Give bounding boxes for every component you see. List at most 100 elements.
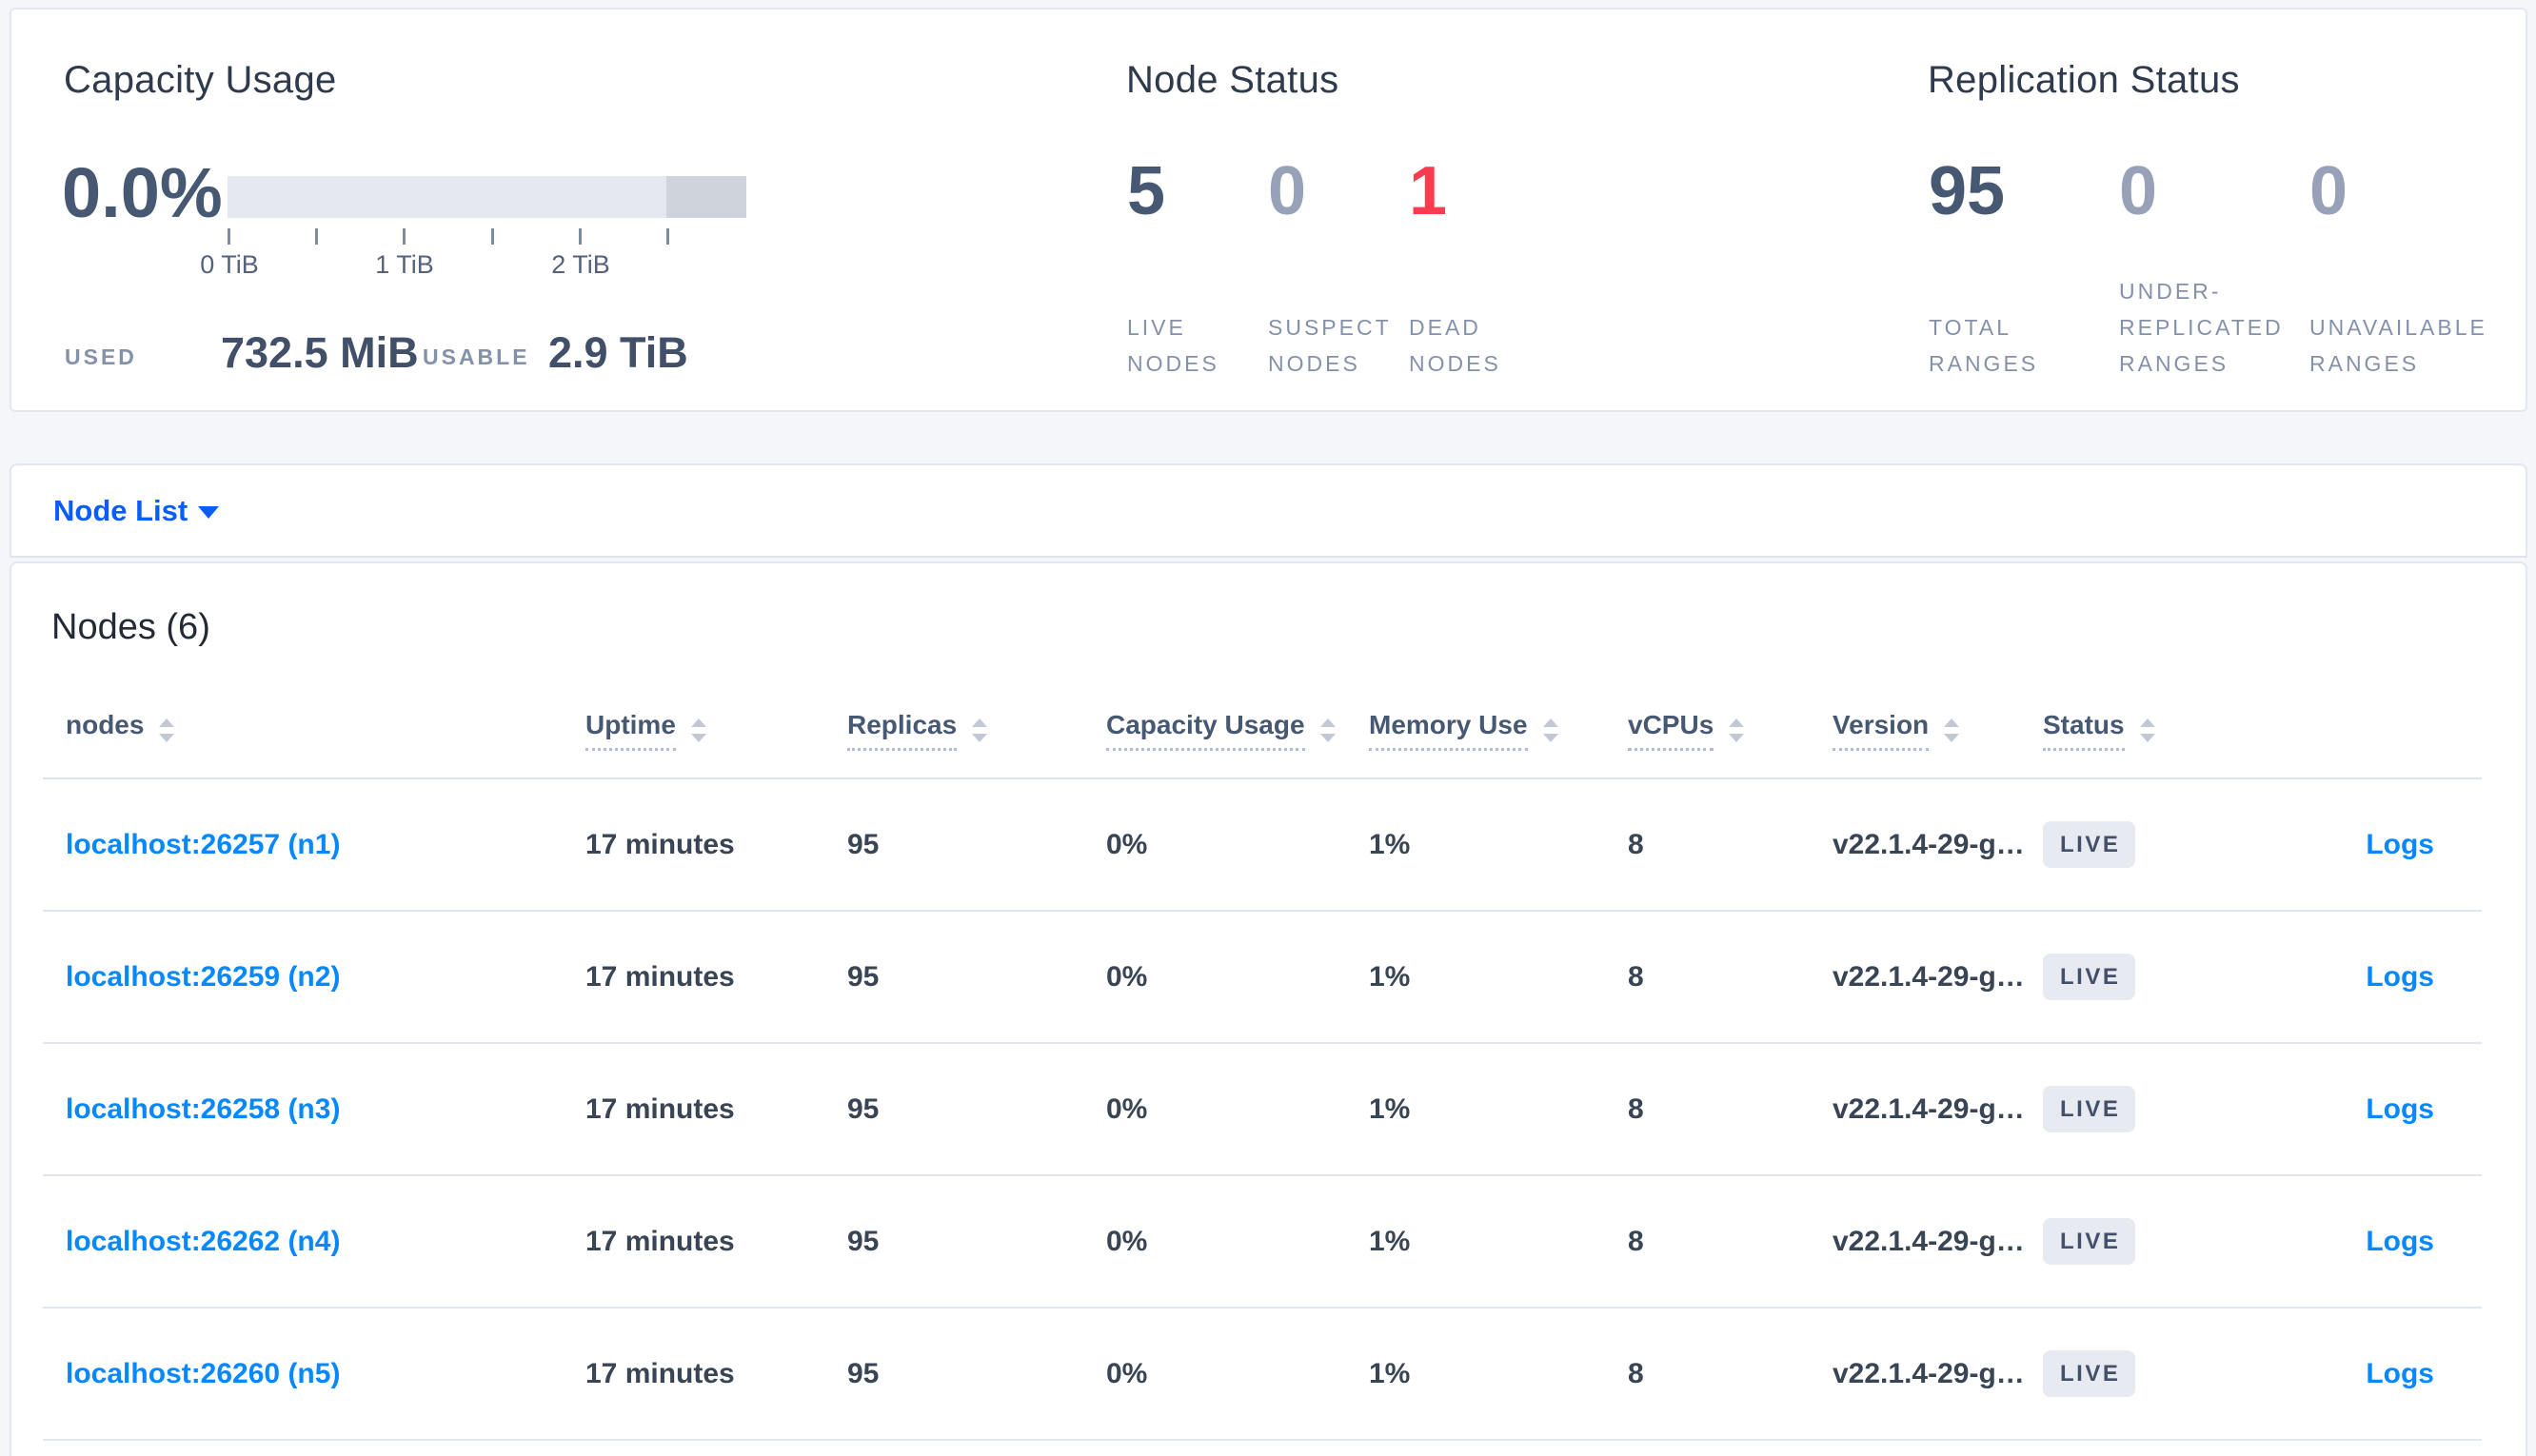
sort-icon[interactable] bbox=[1319, 718, 1336, 742]
node-table-row: localhost:26260 (n5) 17 minutes 95 0% 1% 8 v22… bbox=[43, 1308, 2482, 1441]
cell-value: 17 minutes bbox=[585, 1225, 735, 1257]
column-header-capacity[interactable]: Capacity Usage bbox=[1106, 710, 1369, 751]
column-label: nodes bbox=[66, 709, 145, 739]
cell-capacity: 0% bbox=[1106, 961, 1369, 994]
metric-value: 0 bbox=[2309, 153, 2348, 229]
capacity-bar-usable-segment bbox=[228, 176, 667, 218]
sort-icon[interactable] bbox=[690, 718, 706, 742]
cell-version: v22.1.4-29-g… bbox=[1833, 961, 2043, 994]
cell-value: 8 bbox=[1628, 1092, 1644, 1125]
cell-value: 95 bbox=[847, 960, 880, 993]
usable-value: 2.9 TiB bbox=[548, 328, 688, 377]
cell-replicas: 95 bbox=[847, 829, 1106, 861]
metric-label: SUSPECT NODES bbox=[1268, 315, 1392, 376]
cell-value: 95 bbox=[847, 1357, 880, 1389]
status-badge: LIVE bbox=[2043, 1218, 2136, 1265]
used-label: USED bbox=[65, 344, 137, 369]
column-header-vcpus[interactable]: vCPUs bbox=[1628, 710, 1833, 751]
node-address-link[interactable]: localhost:26257 (n1) bbox=[66, 829, 340, 861]
cell-memory: 1% bbox=[1369, 829, 1628, 861]
metric-value: 5 bbox=[1127, 153, 1166, 229]
cell-value: 0% bbox=[1106, 1225, 1148, 1257]
cell-capacity: 0% bbox=[1106, 829, 1369, 861]
sort-icon[interactable] bbox=[1729, 718, 1745, 742]
logs-link[interactable]: Logs bbox=[2366, 1358, 2434, 1390]
cell-value: v22.1.4-29-g… bbox=[1833, 1092, 2025, 1125]
column-header-status[interactable]: Status bbox=[2043, 710, 2233, 751]
node-address-link[interactable]: localhost:26258 (n3) bbox=[66, 1093, 340, 1126]
replication-metrics: 95 0 0 bbox=[1929, 152, 2500, 230]
cell-value: v22.1.4-29-g… bbox=[1833, 960, 2025, 993]
status-badge: LIVE bbox=[2043, 1086, 2136, 1132]
cell-capacity: 0% bbox=[1106, 1358, 1369, 1390]
cell-memory: 1% bbox=[1369, 1093, 1628, 1126]
column-label: Memory Use bbox=[1369, 710, 1528, 751]
column-header-address[interactable]: nodes bbox=[43, 710, 585, 751]
sort-icon[interactable] bbox=[1542, 718, 1558, 742]
cell-value: 95 bbox=[847, 828, 880, 860]
cell-address: localhost:26262 (n4) bbox=[43, 1226, 585, 1258]
column-header-memory[interactable]: Memory Use bbox=[1369, 710, 1628, 751]
cell-value: 0% bbox=[1106, 1092, 1148, 1125]
nodes-table-body: localhost:26257 (n1) 17 minutes 95 0% 1% 8 v22… bbox=[43, 779, 2482, 1441]
cell-value: v22.1.4-29-g… bbox=[1833, 1225, 2025, 1257]
cell-value: 1% bbox=[1369, 1225, 1411, 1257]
column-header-uptime[interactable]: Uptime bbox=[585, 710, 847, 751]
cell-address: localhost:26258 (n3) bbox=[43, 1093, 585, 1126]
logs-link[interactable]: Logs bbox=[2366, 1093, 2434, 1126]
cell-status: LIVE bbox=[2043, 1086, 2233, 1132]
cell-value: 95 bbox=[847, 1092, 880, 1125]
sort-icon[interactable] bbox=[1944, 718, 1960, 742]
cell-vcpus: 8 bbox=[1628, 961, 1833, 994]
node-list-dropdown[interactable]: Node List bbox=[53, 465, 188, 556]
status-badge: LIVE bbox=[2043, 954, 2136, 1000]
cell-value: 17 minutes bbox=[585, 960, 735, 993]
node-address-link[interactable]: localhost:26259 (n2) bbox=[66, 961, 340, 994]
cell-status: LIVE bbox=[2043, 1350, 2233, 1397]
sort-icon[interactable] bbox=[972, 718, 988, 742]
cell-value: 17 minutes bbox=[585, 1092, 735, 1125]
sort-icon[interactable] bbox=[2139, 718, 2155, 742]
column-label: Uptime bbox=[585, 710, 676, 751]
cell-uptime: 17 minutes bbox=[585, 1226, 847, 1258]
cell-replicas: 95 bbox=[847, 1226, 1106, 1258]
node-table-row: localhost:26257 (n1) 17 minutes 95 0% 1% 8 v22… bbox=[43, 779, 2482, 912]
column-header-logs bbox=[2233, 725, 2482, 736]
replication-status-panel: Replication Status 95 0 0 TOTAL RANGES UNDE… bbox=[1917, 10, 2526, 410]
sort-icon[interactable] bbox=[159, 718, 175, 742]
node-table-row: localhost:26259 (n2) 17 minutes 95 0% 1% 8 v22… bbox=[43, 912, 2482, 1044]
cell-value: 1% bbox=[1369, 828, 1411, 860]
cell-value: 8 bbox=[1628, 960, 1644, 993]
logs-link[interactable]: Logs bbox=[2366, 1226, 2434, 1258]
cell-memory: 1% bbox=[1369, 1226, 1628, 1258]
cell-replicas: 95 bbox=[847, 1093, 1106, 1126]
metric-label: LIVE NODES bbox=[1127, 315, 1219, 376]
cell-logs: Logs bbox=[2233, 1358, 2482, 1390]
logs-link[interactable]: Logs bbox=[2366, 829, 2434, 861]
nodes-table-header: nodes Uptime Replicas Capacity Usage Memory … bbox=[43, 682, 2482, 779]
cell-address: localhost:26260 (n5) bbox=[43, 1358, 585, 1390]
column-header-version[interactable]: Version bbox=[1833, 710, 2043, 751]
metric-label: UNAVAILABLE RANGES bbox=[2309, 315, 2487, 376]
cell-status: LIVE bbox=[2043, 1218, 2233, 1265]
node-address-link[interactable]: localhost:26260 (n5) bbox=[66, 1358, 340, 1390]
nodes-section-title: Nodes (6) bbox=[51, 607, 210, 647]
column-label: Replicas bbox=[847, 710, 958, 751]
cell-logs: Logs bbox=[2233, 829, 2482, 861]
cell-value: 0% bbox=[1106, 1357, 1148, 1389]
cell-value: 1% bbox=[1369, 1092, 1411, 1125]
cell-value: 1% bbox=[1369, 960, 1411, 993]
cell-vcpus: 8 bbox=[1628, 829, 1833, 861]
cell-capacity: 0% bbox=[1106, 1093, 1369, 1126]
cell-uptime: 17 minutes bbox=[585, 961, 847, 994]
cell-uptime: 17 minutes bbox=[585, 1093, 847, 1126]
chevron-down-icon[interactable] bbox=[198, 506, 219, 519]
logs-link[interactable]: Logs bbox=[2366, 961, 2434, 994]
cell-vcpus: 8 bbox=[1628, 1358, 1833, 1390]
column-header-replicas[interactable]: Replicas bbox=[847, 710, 1106, 751]
cell-uptime: 17 minutes bbox=[585, 829, 847, 861]
node-address-link[interactable]: localhost:26262 (n4) bbox=[66, 1226, 340, 1258]
node-status-metric-labels: LIVE NODES SUSPECT NODES DEAD NODES bbox=[1127, 309, 1550, 382]
cell-address: localhost:26259 (n2) bbox=[43, 961, 585, 994]
cell-value: 8 bbox=[1628, 828, 1644, 860]
